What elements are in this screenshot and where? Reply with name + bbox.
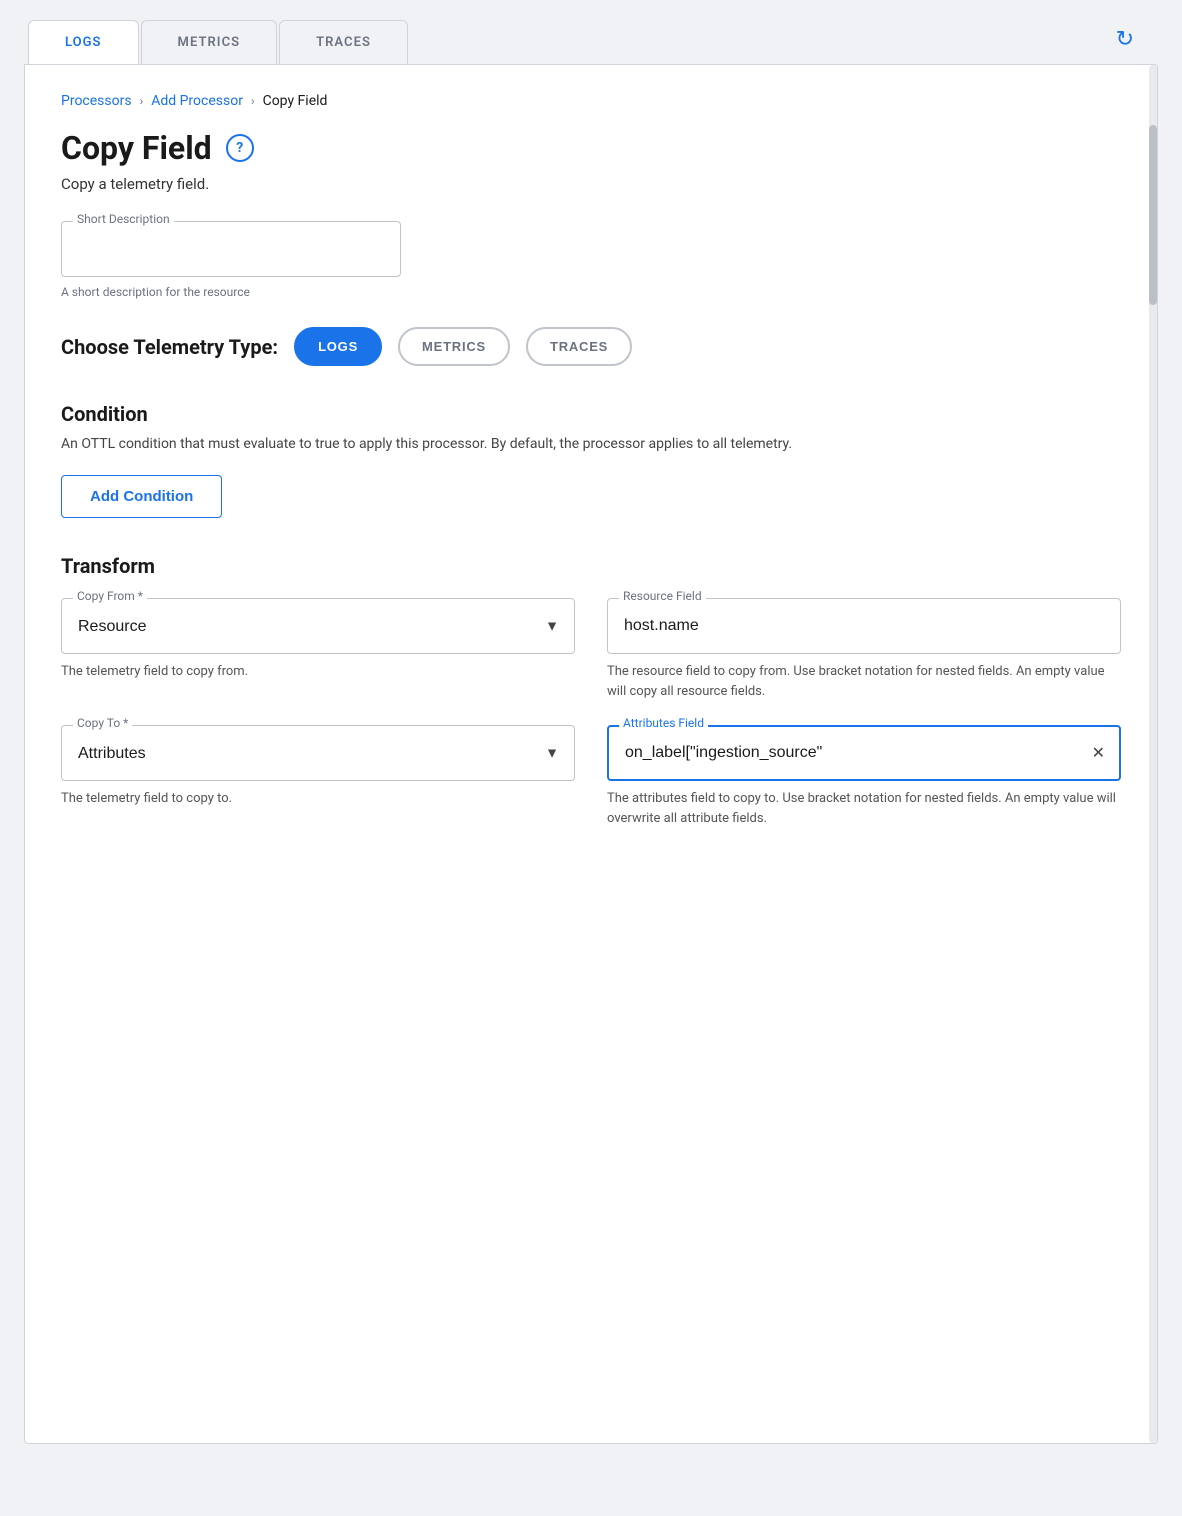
tab-logs[interactable]: LOGS — [28, 20, 139, 64]
copy-from-col: Copy From * Resource Attributes Body ▼ T… — [61, 598, 575, 701]
breadcrumb-processors[interactable]: Processors — [61, 93, 132, 109]
attributes-field-clear-button[interactable]: ✕ — [1078, 743, 1119, 763]
add-condition-button[interactable]: Add Condition — [61, 475, 222, 518]
transform-grid: Copy From * Resource Attributes Body ▼ T… — [61, 598, 1121, 828]
page-title: Copy Field — [61, 129, 212, 167]
short-description-hint: A short description for the resource — [61, 285, 1121, 299]
copy-to-select[interactable]: Attributes Resource Body — [61, 725, 575, 781]
scrollbar-track — [1149, 65, 1157, 1443]
resource-field-col: Resource Field The resource field to cop… — [607, 598, 1121, 701]
telem-btn-logs[interactable]: LOGS — [294, 327, 382, 366]
help-icon[interactable]: ? — [226, 134, 254, 162]
copy-to-group: Copy To * Attributes Resource Body ▼ — [61, 725, 575, 781]
copy-from-select[interactable]: Resource Attributes Body — [61, 598, 575, 654]
tab-metrics[interactable]: METRICS — [141, 20, 278, 64]
tab-traces[interactable]: TRACES — [279, 20, 408, 64]
breadcrumb-sep-1: › — [140, 94, 144, 108]
resource-field-hint: The resource field to copy from. Use bra… — [607, 662, 1121, 701]
resource-field-input[interactable] — [607, 598, 1121, 654]
breadcrumb-current: Copy Field — [263, 93, 328, 109]
breadcrumb-sep-2: › — [251, 94, 255, 108]
copy-to-col: Copy To * Attributes Resource Body ▼ The… — [61, 725, 575, 828]
copy-from-hint: The telemetry field to copy from. — [61, 662, 575, 682]
attributes-field-label: Attributes Field — [619, 716, 708, 730]
copy-from-group: Copy From * Resource Attributes Body ▼ — [61, 598, 575, 654]
breadcrumb: Processors › Add Processor › Copy Field — [61, 93, 1121, 109]
refresh-icon[interactable]: ↻ — [1116, 27, 1134, 52]
attributes-field-col: Attributes Field ✕ The attributes field … — [607, 725, 1121, 828]
scrollbar-thumb[interactable] — [1149, 125, 1157, 305]
telem-btn-traces[interactable]: TRACES — [526, 327, 632, 366]
breadcrumb-add-processor[interactable]: Add Processor — [151, 93, 243, 109]
attributes-field-hint: The attributes field to copy to. Use bra… — [607, 789, 1121, 828]
short-description-group: Short Description — [61, 221, 1121, 277]
condition-description: An OTTL condition that must evaluate to … — [61, 434, 1121, 455]
attributes-field-input[interactable] — [609, 736, 1078, 770]
telemetry-type-label: Choose Telemetry Type: — [61, 335, 278, 359]
resource-field-label: Resource Field — [619, 589, 706, 603]
telem-btn-metrics[interactable]: METRICS — [398, 327, 510, 366]
short-description-input[interactable] — [61, 221, 401, 277]
telemetry-type-row: Choose Telemetry Type: LOGS METRICS TRAC… — [61, 327, 1121, 366]
short-description-label: Short Description — [73, 212, 174, 226]
attributes-field-wrapper: ✕ — [607, 725, 1121, 781]
page-subtitle: Copy a telemetry field. — [61, 175, 1121, 193]
copy-to-label: Copy To * — [73, 716, 132, 730]
copy-from-label: Copy From * — [73, 589, 147, 603]
copy-to-hint: The telemetry field to copy to. — [61, 789, 575, 809]
transform-title: Transform — [61, 554, 1121, 578]
resource-field-group: Resource Field — [607, 598, 1121, 654]
condition-title: Condition — [61, 402, 1121, 426]
attributes-field-group: Attributes Field ✕ — [607, 725, 1121, 781]
